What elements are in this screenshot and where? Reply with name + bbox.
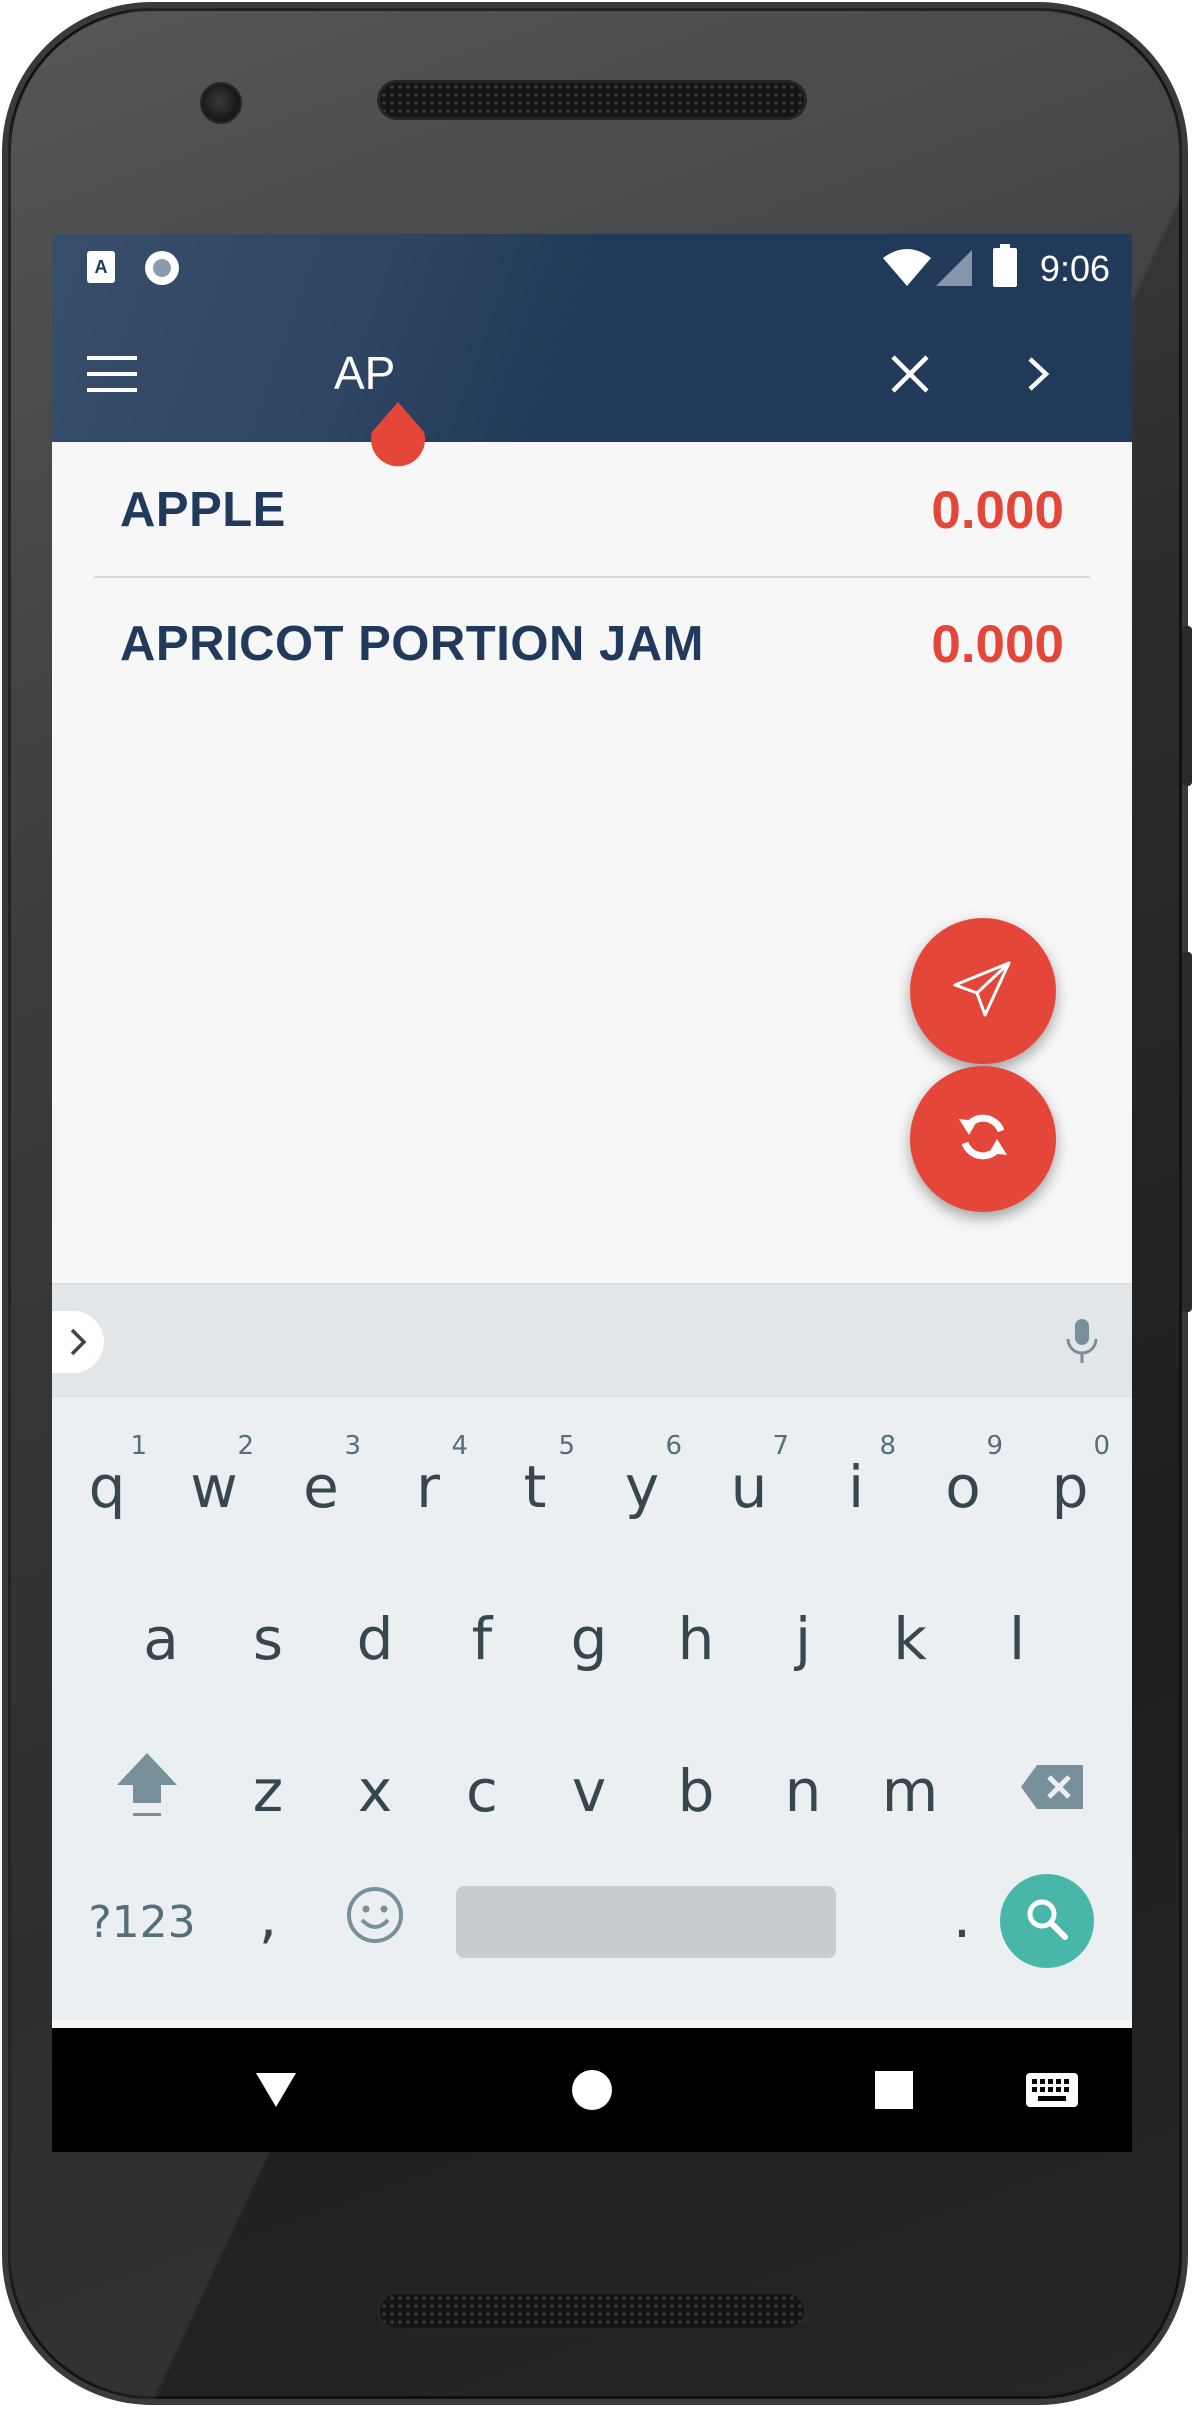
key-h[interactable]: h <box>644 1569 748 1709</box>
keyboard-switch-icon[interactable] <box>1012 2050 1092 2130</box>
recents-icon[interactable] <box>854 2050 934 2130</box>
search-icon <box>1025 1897 1069 1946</box>
status-bar: A 9:06 <box>52 234 1132 306</box>
key-f[interactable]: f <box>430 1569 534 1709</box>
keyboard-a-icon: A <box>86 250 116 289</box>
key-s[interactable]: s <box>216 1569 320 1709</box>
key-p[interactable]: p0 <box>1018 1417 1122 1557</box>
battery-icon <box>992 244 1018 293</box>
key-r[interactable]: r4 <box>376 1417 480 1557</box>
space-key[interactable] <box>456 1886 836 1958</box>
list-item[interactable]: APPLE 0.000 <box>52 444 1132 576</box>
item-quantity: 0.000 <box>931 614 1064 674</box>
toolbar: AP <box>52 306 1132 442</box>
key-b[interactable]: b <box>644 1721 748 1861</box>
item-name: APRICOT PORTION JAM <box>120 617 704 671</box>
key-l[interactable]: l <box>965 1569 1069 1709</box>
item-quantity: 0.000 <box>931 480 1064 540</box>
key-e[interactable]: e3 <box>269 1417 373 1557</box>
key-c[interactable]: c <box>430 1721 534 1861</box>
shift-icon <box>115 1749 179 1833</box>
top-speaker <box>377 80 807 120</box>
shift-key[interactable] <box>82 1721 212 1861</box>
side-button-power <box>1182 626 1192 786</box>
backspace-key[interactable] <box>992 1721 1112 1861</box>
item-name: APPLE <box>120 483 286 537</box>
screen: A 9:06 AP APPLE 0.000 APRICOT PORTION JA… <box>52 234 1132 2152</box>
key-q[interactable]: q1 <box>55 1417 159 1557</box>
close-icon[interactable] <box>870 334 950 414</box>
suggestion-expand-button[interactable] <box>52 1311 104 1373</box>
key-d[interactable]: d <box>323 1569 427 1709</box>
comma-key[interactable]: , <box>216 1847 320 1987</box>
key-i[interactable]: i8 <box>804 1417 908 1557</box>
side-button-volume <box>1182 952 1192 1312</box>
chevron-right-icon[interactable] <box>998 334 1078 414</box>
text-cursor-handle[interactable] <box>368 402 428 474</box>
key-j[interactable]: j <box>751 1569 855 1709</box>
cell-signal-icon <box>934 248 974 293</box>
emoji-icon <box>346 1886 404 1958</box>
wifi-icon <box>882 246 932 293</box>
hamburger-menu-icon[interactable] <box>72 334 152 414</box>
key-w[interactable]: w2 <box>162 1417 266 1557</box>
back-icon[interactable] <box>236 2050 316 2130</box>
key-t[interactable]: t5 <box>483 1417 587 1557</box>
send-button[interactable] <box>910 918 1056 1064</box>
list-item[interactable]: APRICOT PORTION JAM 0.000 <box>52 578 1132 710</box>
app-bar: A 9:06 AP <box>52 234 1132 442</box>
navigation-bar <box>52 2028 1132 2152</box>
symbols-key[interactable]: ?123 <box>72 1852 212 1992</box>
backspace-icon <box>1019 1757 1085 1825</box>
key-g[interactable]: g <box>537 1569 641 1709</box>
search-key[interactable] <box>1000 1874 1094 1968</box>
item-list: APPLE 0.000 APRICOT PORTION JAM 0.000 <box>52 442 1132 710</box>
status-clock: 9:06 <box>1039 248 1110 289</box>
key-z[interactable]: z <box>216 1721 320 1861</box>
front-camera <box>200 82 242 124</box>
key-n[interactable]: n <box>751 1721 855 1861</box>
home-icon[interactable] <box>552 2050 632 2130</box>
key-x[interactable]: x <box>323 1721 427 1861</box>
svg-text:A: A <box>95 257 108 277</box>
period-key[interactable]: . <box>910 1847 1014 1987</box>
microphone-icon[interactable] <box>1052 1311 1112 1371</box>
suggestion-strip <box>52 1283 1132 1395</box>
key-v[interactable]: v <box>537 1721 641 1861</box>
key-u[interactable]: u7 <box>697 1417 801 1557</box>
sync-icon <box>955 1109 1011 1170</box>
key-k[interactable]: k <box>858 1569 962 1709</box>
key-m[interactable]: m <box>858 1721 962 1861</box>
key-a[interactable]: a <box>109 1569 213 1709</box>
soft-keyboard: q1 w2 e3 r4 t5 y6 u7 i8 o9 p0 a s d f g … <box>52 1395 1132 2020</box>
key-y[interactable]: y6 <box>590 1417 694 1557</box>
key-o[interactable]: o9 <box>911 1417 1015 1557</box>
bottom-speaker <box>377 2291 807 2331</box>
sync-button[interactable] <box>910 1066 1056 1212</box>
search-query-input[interactable]: AP <box>334 346 395 400</box>
send-icon <box>951 957 1015 1026</box>
emoji-key[interactable] <box>323 1852 427 1992</box>
record-icon <box>142 248 182 293</box>
